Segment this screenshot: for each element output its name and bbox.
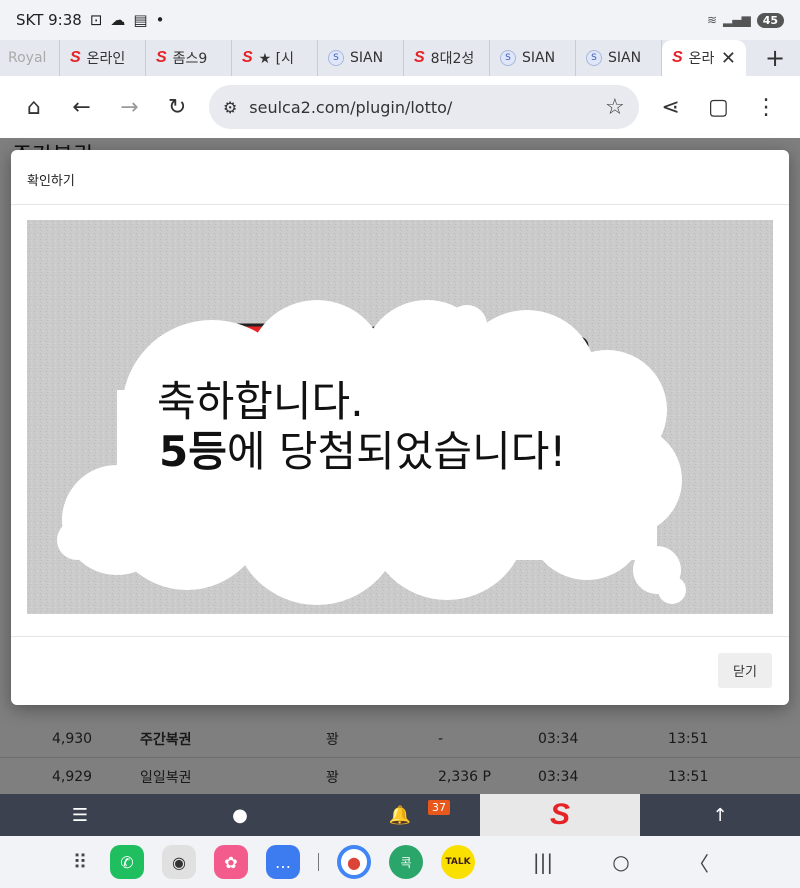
tab-royal[interactable]: Royal [0,40,60,76]
kakaotalk-app-icon[interactable]: TALK [441,845,475,879]
prize-rank: 5등 [159,427,227,476]
share-icon[interactable]: ⋖ [647,83,695,131]
phone-app-icon[interactable]: ✆ [110,845,144,879]
kakaomap-app-icon[interactable]: 콕 [389,845,423,879]
home-icon[interactable]: ⌂ [10,83,58,131]
site-settings-icon[interactable]: ⚙ [223,98,237,117]
sian-favicon-icon: S [500,50,516,66]
tab-label: 좀스9 [172,51,208,67]
paper-texture-background [27,220,773,614]
android-nav-bar: ⠿ ✆ ◉ ✿ … ● 콕 TALK ||| ○ 〈 [0,836,800,888]
tab-label: SIAN [608,50,642,66]
site-logo-icon: S [549,798,570,831]
divider [11,636,789,637]
site-home-logo[interactable]: S [480,794,640,836]
tab-label: 온라인 [86,51,126,67]
tab-sian-1[interactable]: S SIAN [318,40,404,76]
hamburger-menu-icon[interactable]: ☰ [0,794,160,836]
tab-label: 8대2성 [430,51,475,67]
tab-label: SIAN [350,50,384,66]
tab-sian-3[interactable]: S SIAN [576,40,662,76]
forward-icon[interactable]: → [105,83,153,131]
url-text: seulca2.com/plugin/lotto/ [249,97,453,117]
tab-active[interactable]: S 온라 ✕ [662,40,746,76]
reload-icon[interactable]: ↻ [153,83,201,131]
divider [11,204,789,205]
modal-title: 확인하기 [27,174,75,189]
bell-icon[interactable]: 🔔 [320,794,480,836]
app-drawer-icon[interactable]: ⠿ [68,850,92,874]
tab-label: 온라 [688,51,715,67]
address-bar[interactable]: ⚙ seulca2.com/plugin/lotto/ ☆ [208,85,639,129]
divider [318,853,319,871]
calendar-icon: ▤ [133,11,148,29]
new-tab-button[interactable]: + [750,44,800,72]
user-icon[interactable]: ● [160,794,320,836]
close-tab-icon[interactable]: ✕ [721,48,736,69]
signal-icon: ▂▄▆ [723,13,751,27]
tab-8dae2[interactable]: S 8대2성 [404,40,490,76]
dot-icon: • [155,11,165,29]
battery-icon: 45 [756,12,784,28]
site-favicon-icon: S [414,49,425,66]
chrome-app-icon[interactable]: ● [337,845,371,879]
screenshot-icon: ⊡ [89,11,103,29]
site-favicon-icon: S [242,49,253,66]
cloud-icon: ☁ [110,11,126,29]
site-favicon-icon: S [156,49,167,66]
back-button-icon[interactable]: 〈 [669,848,729,877]
tab-switcher-icon[interactable]: ▢ [694,83,742,131]
menu-icon[interactable]: ⋮ [742,83,790,131]
lotto-result-image: 축하합니다. 5등에 당첨되었습니다! [27,220,773,614]
browser-toolbar: ⌂ ← → ↻ ⚙ seulca2.com/plugin/lotto/ ☆ ⋖ … [0,76,800,138]
wifi-icon: ≋ [706,13,717,27]
back-icon[interactable]: ← [58,83,106,131]
camera-app-icon[interactable]: ◉ [162,845,196,879]
bookmark-star-icon[interactable]: ☆ [605,95,625,120]
site-bottom-bar: ☰ ● 🔔 S ↑ [0,794,800,836]
tab-label: SIAN [522,50,556,66]
confirm-modal: 확인하기 축하합니다. 5등에 당첨되었습니다! 닫기 [11,150,789,705]
home-button-icon[interactable]: ○ [591,850,651,874]
tab-star[interactable]: S ★ [시 [232,40,318,76]
browser-tab-strip: Royal S 온라인 S 좀스9 S ★ [시 S SIAN S 8대2성 S… [0,40,800,76]
sian-favicon-icon: S [328,50,344,66]
close-button[interactable]: 닫기 [718,653,772,688]
site-favicon-icon: S [672,49,683,66]
tab-sian-2[interactable]: S SIAN [490,40,576,76]
recent-apps-icon[interactable]: ||| [513,850,573,874]
scroll-top-icon[interactable]: ↑ [640,794,800,836]
status-bar: SKT 9:38 ⊡ ☁ ▤ • ≋ ▂▄▆ 45 [0,0,800,40]
tab-label: Royal [8,50,47,66]
tab-jomseu[interactable]: S 좀스9 [146,40,232,76]
notification-badge: 37 [428,800,450,815]
tab-online[interactable]: S 온라인 [60,40,146,76]
sian-favicon-icon: S [586,50,602,66]
site-favicon-icon: S [70,49,81,66]
prize-text: 5등에 당첨되었습니다! [159,418,566,479]
gallery-app-icon[interactable]: ✿ [214,845,248,879]
status-time: SKT 9:38 [16,11,82,29]
prize-message: 에 당첨되었습니다! [226,427,567,476]
messages-app-icon[interactable]: … [266,845,300,879]
tab-label: ★ [시 [258,51,295,67]
